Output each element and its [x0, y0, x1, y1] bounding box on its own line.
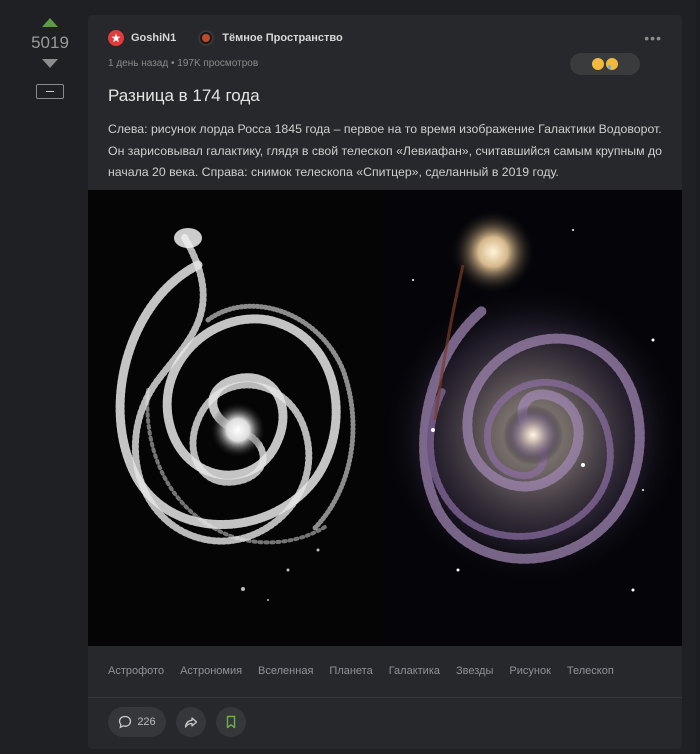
star-badge-icon[interactable]: [108, 30, 124, 46]
divider: [88, 697, 682, 698]
bookmark-icon: [226, 715, 236, 729]
tag-item[interactable]: Рисунок: [509, 665, 551, 677]
rosse-drawing-image: [88, 190, 383, 646]
post-text: Слева: рисунок лорда Росса 1845 года – п…: [108, 122, 663, 179]
author-name[interactable]: GoshiN1: [131, 32, 176, 44]
spitzer-photo-image: [383, 190, 682, 646]
scrollbar[interactable]: [696, 0, 700, 754]
share-icon: [184, 717, 198, 728]
comment-bubble-icon: [119, 715, 132, 729]
post-actions: 226: [108, 707, 256, 737]
emoji-tear-icon: [606, 58, 618, 70]
tag-item[interactable]: Галактика: [389, 665, 440, 677]
more-dots-icon[interactable]: •••: [644, 30, 662, 46]
rating-panel: 5019: [24, 14, 76, 99]
post-image[interactable]: [88, 190, 682, 646]
tag-item[interactable]: Телескоп: [567, 665, 614, 677]
post-header: GoshiN1 Тёмное Пространство •••: [108, 28, 662, 48]
reactions-button[interactable]: [570, 53, 640, 75]
comments-count: 226: [137, 716, 156, 728]
rating-score: 5019: [31, 33, 69, 52]
tag-item[interactable]: Вселенная: [258, 665, 313, 677]
emoji-face-icon: [592, 58, 604, 70]
tag-item[interactable]: Астрофото: [108, 665, 164, 677]
post-title[interactable]: Разница в 174 года: [108, 86, 260, 106]
post-meta: 1 день назад • 197K просмотров: [108, 58, 259, 69]
comments-button[interactable]: 226: [108, 707, 166, 737]
community-name[interactable]: Тёмное Пространство: [222, 32, 343, 44]
tag-item[interactable]: Астрономия: [180, 665, 242, 677]
minus-icon: [46, 90, 54, 93]
nebula-icon[interactable]: [198, 30, 215, 46]
downvote-arrow-icon[interactable]: [42, 59, 58, 68]
collapse-button[interactable]: [36, 84, 64, 99]
share-button[interactable]: [176, 707, 206, 737]
save-button[interactable]: [216, 707, 246, 737]
upvote-arrow-icon[interactable]: [42, 18, 58, 27]
post-card: GoshiN1 Тёмное Пространство ••• 1 день н…: [88, 15, 682, 749]
tag-list: Астрофото Астрономия Вселенная Планета Г…: [108, 665, 630, 677]
tag-item[interactable]: Звезды: [456, 665, 493, 677]
tag-item[interactable]: Планета: [329, 665, 372, 677]
